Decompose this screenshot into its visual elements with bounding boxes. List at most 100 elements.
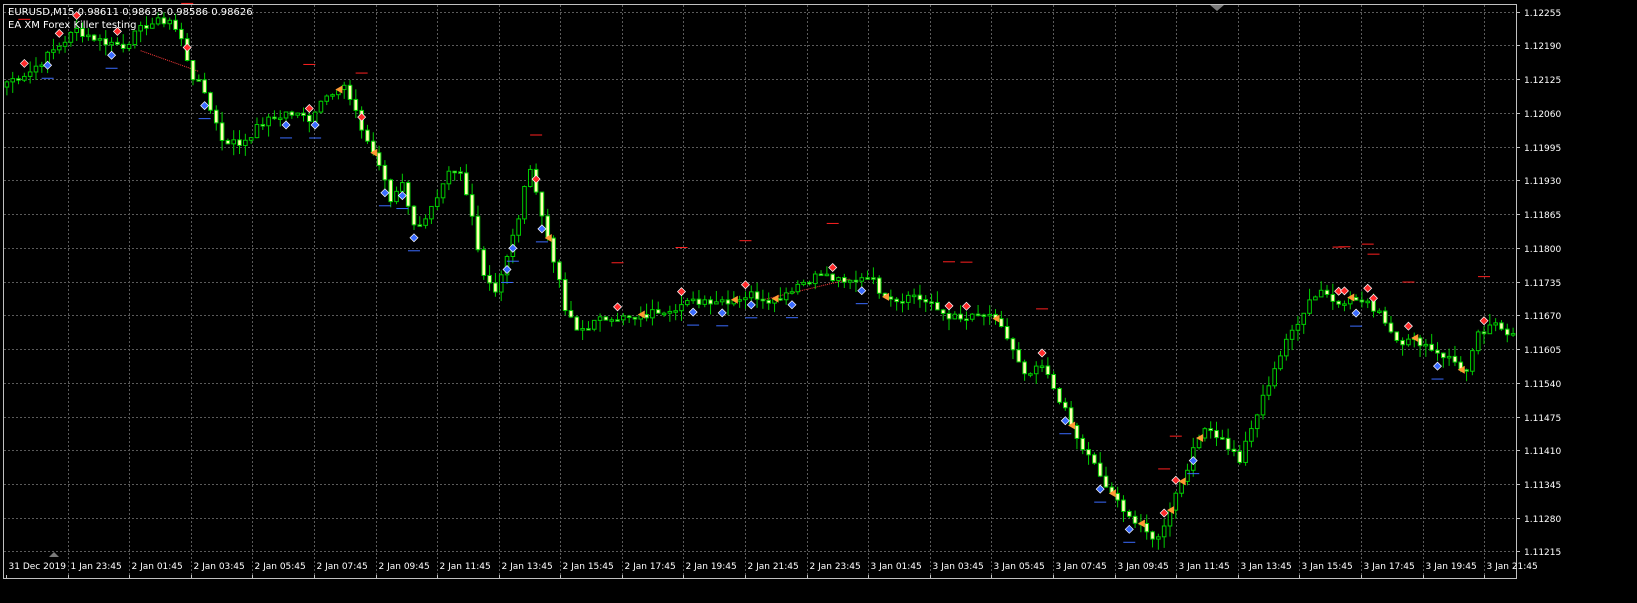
time-tick-label: 2 Jan 05:45 (255, 562, 306, 572)
candle-body (766, 299, 772, 304)
time-tick-label: 3 Jan 17:45 (1364, 562, 1415, 572)
candle-body (1033, 365, 1039, 375)
candle-body (202, 79, 207, 94)
candle-body (167, 19, 173, 25)
candle-body (754, 291, 760, 300)
candle-body (103, 38, 109, 46)
candle-body (132, 30, 138, 45)
time-tick-label: 3 Jan 05:45 (994, 562, 1045, 572)
candle-body (812, 273, 818, 285)
candle-body (388, 179, 394, 203)
candle-body (1092, 454, 1097, 464)
candle-body (1097, 462, 1103, 477)
time-tick-label: 2 Jan 17:45 (625, 562, 676, 572)
time-tick-label: 2 Jan 23:45 (810, 562, 861, 572)
candle-body (1272, 368, 1277, 387)
candle-body (423, 218, 428, 226)
candle-body (405, 182, 411, 207)
candle-body (446, 170, 452, 185)
candle-body (213, 109, 219, 124)
candle-body (464, 172, 469, 196)
candle-body (39, 64, 45, 67)
candle-body (1353, 297, 1359, 301)
candle-body (1394, 331, 1400, 341)
candle-body (865, 277, 870, 280)
candle-body (1289, 329, 1295, 340)
candle-body (853, 279, 859, 283)
candle-body (1208, 428, 1213, 432)
candle-body (161, 17, 167, 25)
candle-body (86, 34, 91, 38)
candle-body (487, 274, 492, 284)
candle-body (266, 116, 271, 127)
candle-body (115, 41, 120, 45)
candle-body (690, 298, 696, 302)
candle-body (1132, 515, 1138, 524)
candle-body (795, 283, 801, 293)
price-tick-label: 1.11800 (1524, 245, 1561, 255)
candle-body (1185, 469, 1190, 482)
candle-body (289, 111, 295, 116)
candle-body (33, 65, 39, 73)
candle-body (1115, 492, 1120, 501)
candle-body (1010, 338, 1016, 351)
candle-body (1121, 499, 1126, 513)
candle-body (120, 43, 126, 50)
candle-body (411, 205, 417, 226)
price-tick-label: 1.11670 (1524, 312, 1561, 322)
chart-background (0, 0, 1637, 603)
candle-body (458, 171, 463, 174)
candle-body (842, 277, 847, 283)
candle-body (301, 112, 306, 116)
candle-body (905, 294, 911, 303)
candle-body (56, 45, 62, 51)
candle-body (394, 190, 399, 203)
candle-body (876, 277, 882, 294)
candle-body (1126, 511, 1132, 517)
candle-body (1278, 355, 1283, 370)
candle-body (1156, 536, 1161, 540)
candle-body (760, 298, 766, 302)
candle-body (551, 237, 556, 263)
ea-label: EA XM Forex Killer testing (8, 20, 136, 31)
candle-body (807, 281, 812, 285)
candle-body (434, 197, 440, 207)
candle-body (958, 313, 963, 320)
time-tick-label: 2 Jan 09:45 (379, 562, 430, 572)
time-tick-label: 3 Jan 13:45 (1241, 562, 1292, 572)
time-tick-label: 2 Jan 21:45 (748, 562, 799, 572)
candle-body (16, 78, 21, 81)
candle-body (1161, 525, 1167, 538)
candle-body (557, 261, 562, 281)
candle-body (1051, 374, 1056, 390)
candle-body (1004, 325, 1010, 340)
candle-body (1283, 338, 1289, 357)
candle-body (452, 170, 457, 174)
time-tick-label: 2 Jan 13:45 (502, 562, 553, 572)
time-tick-label: 3 Jan 15:45 (1302, 562, 1353, 572)
candle-body (527, 168, 533, 188)
candle-body (655, 309, 661, 314)
candle-body (917, 294, 923, 301)
candle-body (871, 277, 876, 280)
candle-body (847, 279, 853, 283)
time-tick-label: 2 Jan 03:45 (194, 562, 245, 572)
candle-body (91, 34, 97, 41)
candle-body (109, 41, 114, 46)
candle-body (1504, 328, 1510, 336)
candle-body (307, 114, 312, 123)
candle-body (1301, 312, 1307, 325)
candle-body (347, 84, 353, 100)
candle-body (609, 319, 615, 322)
candle-body (376, 152, 382, 166)
candle-body (353, 98, 359, 111)
candle-body (632, 316, 638, 320)
price-tick-label: 1.11995 (1524, 144, 1561, 154)
time-tick-label: 2 Jan 07:45 (317, 562, 368, 572)
candle-body (783, 292, 789, 301)
candle-body (27, 71, 33, 77)
candle-body (173, 19, 178, 30)
candle-body (725, 299, 731, 305)
candle-body (469, 194, 475, 217)
price-chart[interactable]: 1.12255 1.12190 1.12125 1.12060 1.11995 1.119… (0, 0, 1637, 603)
